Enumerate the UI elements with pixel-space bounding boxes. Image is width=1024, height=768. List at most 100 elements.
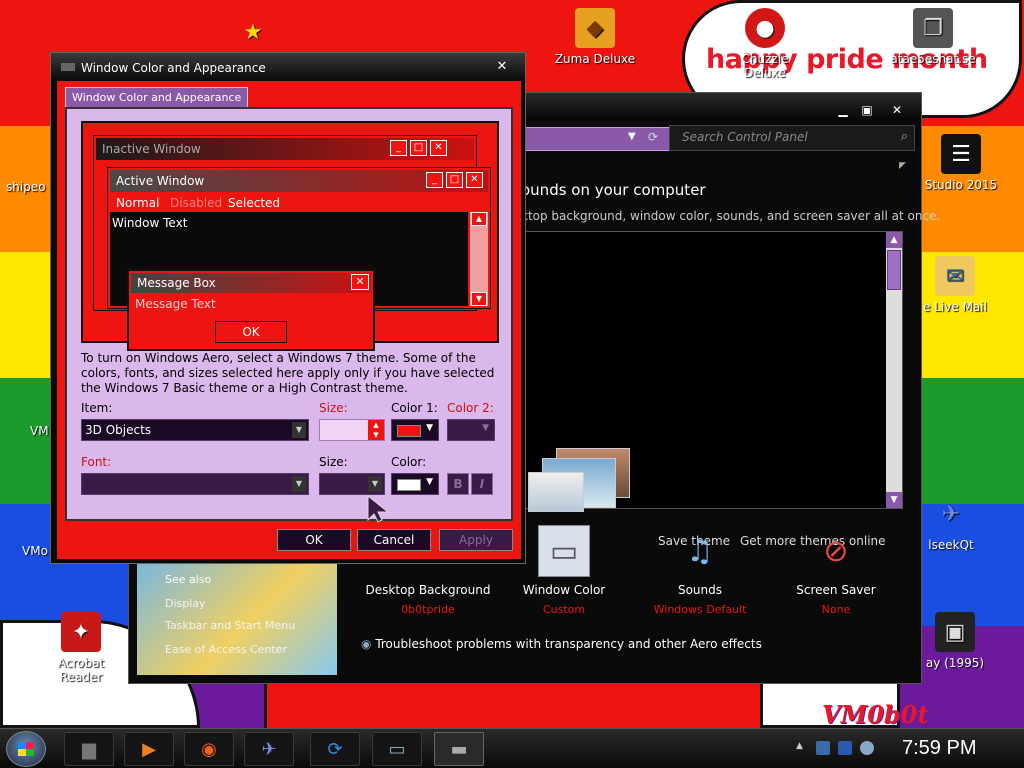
taskbar-app-explorer[interactable]: ▆ — [64, 732, 114, 766]
theme-list[interactable]: ▲ ▼ Save theme Get more themes online — [521, 231, 903, 548]
chevron-down-icon: ▼ — [426, 423, 433, 433]
scroll-up-button[interactable]: ▲ — [886, 232, 902, 248]
firefox-icon: ◉ — [201, 738, 217, 760]
dialog-titlebar[interactable]: Window Color and Appearance ✕ — [51, 53, 525, 81]
desktop-background-label: Desktop Background — [365, 583, 491, 597]
see-also-link-display[interactable]: Display — [165, 597, 206, 610]
scroll-down-button[interactable]: ▼ — [886, 492, 902, 508]
desktop-icon-shipeo[interactable]: shipeo — [6, 180, 46, 194]
size-spinner[interactable]: ▲ ▼ — [319, 419, 385, 441]
desktop-icon-jay[interactable]: ▣ ay (1995) — [910, 612, 1000, 670]
preview-message-text: Message Text — [135, 297, 216, 311]
window-color-label: Window Color — [522, 583, 606, 597]
ok-button[interactable]: OK — [277, 529, 351, 551]
chevron-down-icon: ▼ — [292, 476, 306, 492]
preview-message-title: Message Box — [137, 276, 216, 290]
cancel-button[interactable]: Cancel — [357, 529, 431, 551]
color2-picker[interactable]: ▼ — [447, 419, 495, 441]
color1-picker[interactable]: ▼ — [391, 419, 439, 441]
color1-label: Color 1: — [391, 401, 438, 415]
troubleshoot-link[interactable]: ◉ Troubleshoot problems with transparenc… — [361, 637, 762, 651]
desktop-icon-label: Zuma Deluxe — [554, 52, 636, 66]
item-select[interactable]: 3D Objects ▼ — [81, 419, 309, 441]
theme-list-scrollbar[interactable]: ▲ ▼ — [886, 232, 902, 508]
taskbar-app-dialog[interactable]: ▬ — [434, 732, 484, 766]
desktop-icon-ataeseshat[interactable]: ❐ atae5eshat.se — [888, 8, 978, 66]
chevron-down-icon: ▼ — [482, 423, 489, 433]
font-color-picker[interactable]: ▼ — [391, 473, 439, 495]
font-size-select[interactable]: ▼ — [319, 473, 385, 495]
spin-up-icon[interactable]: ▲ — [368, 420, 384, 430]
chevron-down-icon: ▼ — [426, 477, 433, 487]
size-label: Size: — [319, 401, 348, 415]
zuma-icon: ◆ — [575, 8, 615, 48]
search-input[interactable]: Search Control Panel ⌕ — [669, 125, 915, 151]
minimize-icon: _ — [426, 172, 443, 188]
spin-down-icon[interactable]: ▼ — [368, 430, 384, 440]
desktop-icon-label: atae5eshat.se — [890, 52, 976, 66]
taskbar-app-control-panel[interactable]: ▭ — [372, 732, 422, 766]
aero-info-text: To turn on Windows Aero, select a Window… — [81, 351, 495, 395]
preview-window-text: Window Text — [112, 216, 188, 230]
desktop-icon-studio[interactable]: ☰ Studio 2015 — [916, 134, 1006, 192]
see-also-link-taskbar[interactable]: Taskbar and Start Menu — [165, 619, 295, 632]
desktop-icon-chuzzle[interactable]: ● Chuzzle Deluxe — [720, 8, 810, 80]
scroll-thumb[interactable] — [887, 250, 901, 290]
desktop-icon-vm[interactable]: VM — [30, 424, 49, 438]
tray-expand-icon[interactable]: ▲ — [796, 741, 803, 751]
tray-display-icon[interactable] — [838, 741, 852, 755]
desktop-icon-livemail[interactable]: ✉ e Live Mail — [910, 256, 1000, 314]
see-also-panel: See also Display Taskbar and Start Menu … — [137, 563, 337, 675]
search-icon[interactable]: ⌕ — [901, 129, 908, 144]
taskbar-app-qeek[interactable]: ✈ — [244, 732, 294, 766]
theme-thumbnail-front[interactable] — [528, 472, 584, 512]
tray-volume-icon[interactable] — [860, 741, 874, 755]
see-also-link-ease[interactable]: Ease of Access Center — [165, 643, 287, 656]
help-icon[interactable]: ◤ — [899, 161, 906, 171]
appearance-preview[interactable]: Inactive Window _ □ ✕ Active Window _ □ … — [81, 121, 499, 351]
sounds-item[interactable]: ♫ Sounds Windows Default — [635, 525, 765, 617]
desktop-icon-acrobat[interactable]: ✦ Acrobat Reader — [36, 612, 126, 684]
dialog-close-button[interactable]: ✕ — [487, 57, 517, 77]
chevron-down-icon[interactable]: ▼ — [628, 131, 636, 142]
start-button[interactable] — [6, 731, 46, 767]
desktop-icon-star[interactable]: ★ — [208, 12, 298, 56]
tray-network-icon[interactable] — [816, 741, 830, 755]
chevron-down-icon: ▼ — [368, 476, 382, 492]
scroll-up-icon: ▲ — [471, 212, 487, 226]
desktop-icon-zuma[interactable]: ◆ Zuma Deluxe — [550, 8, 640, 66]
item-select-value: 3D Objects — [85, 423, 152, 437]
wallpaper-signature: VM0b0t — [822, 700, 929, 728]
taskbar-app-firefox[interactable]: ◉ — [184, 732, 234, 766]
windows-stack-icon: ❐ — [913, 8, 953, 48]
refresh-icon[interactable]: ⟳ — [648, 130, 658, 144]
taskbar-app-sync[interactable]: ⟳ — [310, 732, 360, 766]
desktop-icon-vm2[interactable]: VMo — [22, 544, 48, 558]
taskbar-clock[interactable]: 7:59 PM — [902, 737, 976, 760]
screen-saver-label: Screen Saver — [796, 583, 876, 597]
window-color-value: Custom — [542, 603, 586, 616]
system-tray: ▲ 7:59 PM — [790, 729, 1024, 768]
maximize-button[interactable]: ▣ — [855, 101, 879, 119]
preview-message-box[interactable]: Message Box ✕ Message Text OK — [127, 269, 375, 351]
no-screensaver-icon: ⊘ — [823, 533, 849, 569]
italic-button[interactable]: I — [471, 473, 493, 495]
maximize-icon: □ — [446, 172, 463, 188]
acrobat-icon: ✦ — [61, 612, 101, 652]
close-button[interactable]: ✕ — [885, 101, 909, 119]
font-select[interactable]: ▼ — [81, 473, 309, 495]
minimize-button[interactable]: ▁ — [831, 101, 855, 119]
preview-scrollbar: ▲ ▼ — [470, 212, 488, 306]
window-color-icon: ▭ — [538, 525, 590, 577]
color2-label: Color 2: — [447, 401, 494, 415]
apply-button[interactable]: Apply — [439, 529, 513, 551]
preview-inactive-title: Inactive Window — [102, 142, 201, 156]
close-icon: ✕ — [466, 172, 483, 188]
screen-saver-item[interactable]: ⊘ Screen Saver None — [771, 525, 901, 617]
preview-menu-normal: Normal — [116, 196, 160, 210]
taskbar-app-media[interactable]: ▶ — [124, 732, 174, 766]
taskbar: ▆ ▶ ◉ ✈ ⟳ ▭ ▬ ▲ 7:59 PM — [0, 728, 1024, 768]
bold-button[interactable]: B — [447, 473, 469, 495]
windows-logo-icon — [18, 742, 34, 756]
tab-window-color-appearance[interactable]: Window Color and Appearance — [65, 87, 249, 107]
